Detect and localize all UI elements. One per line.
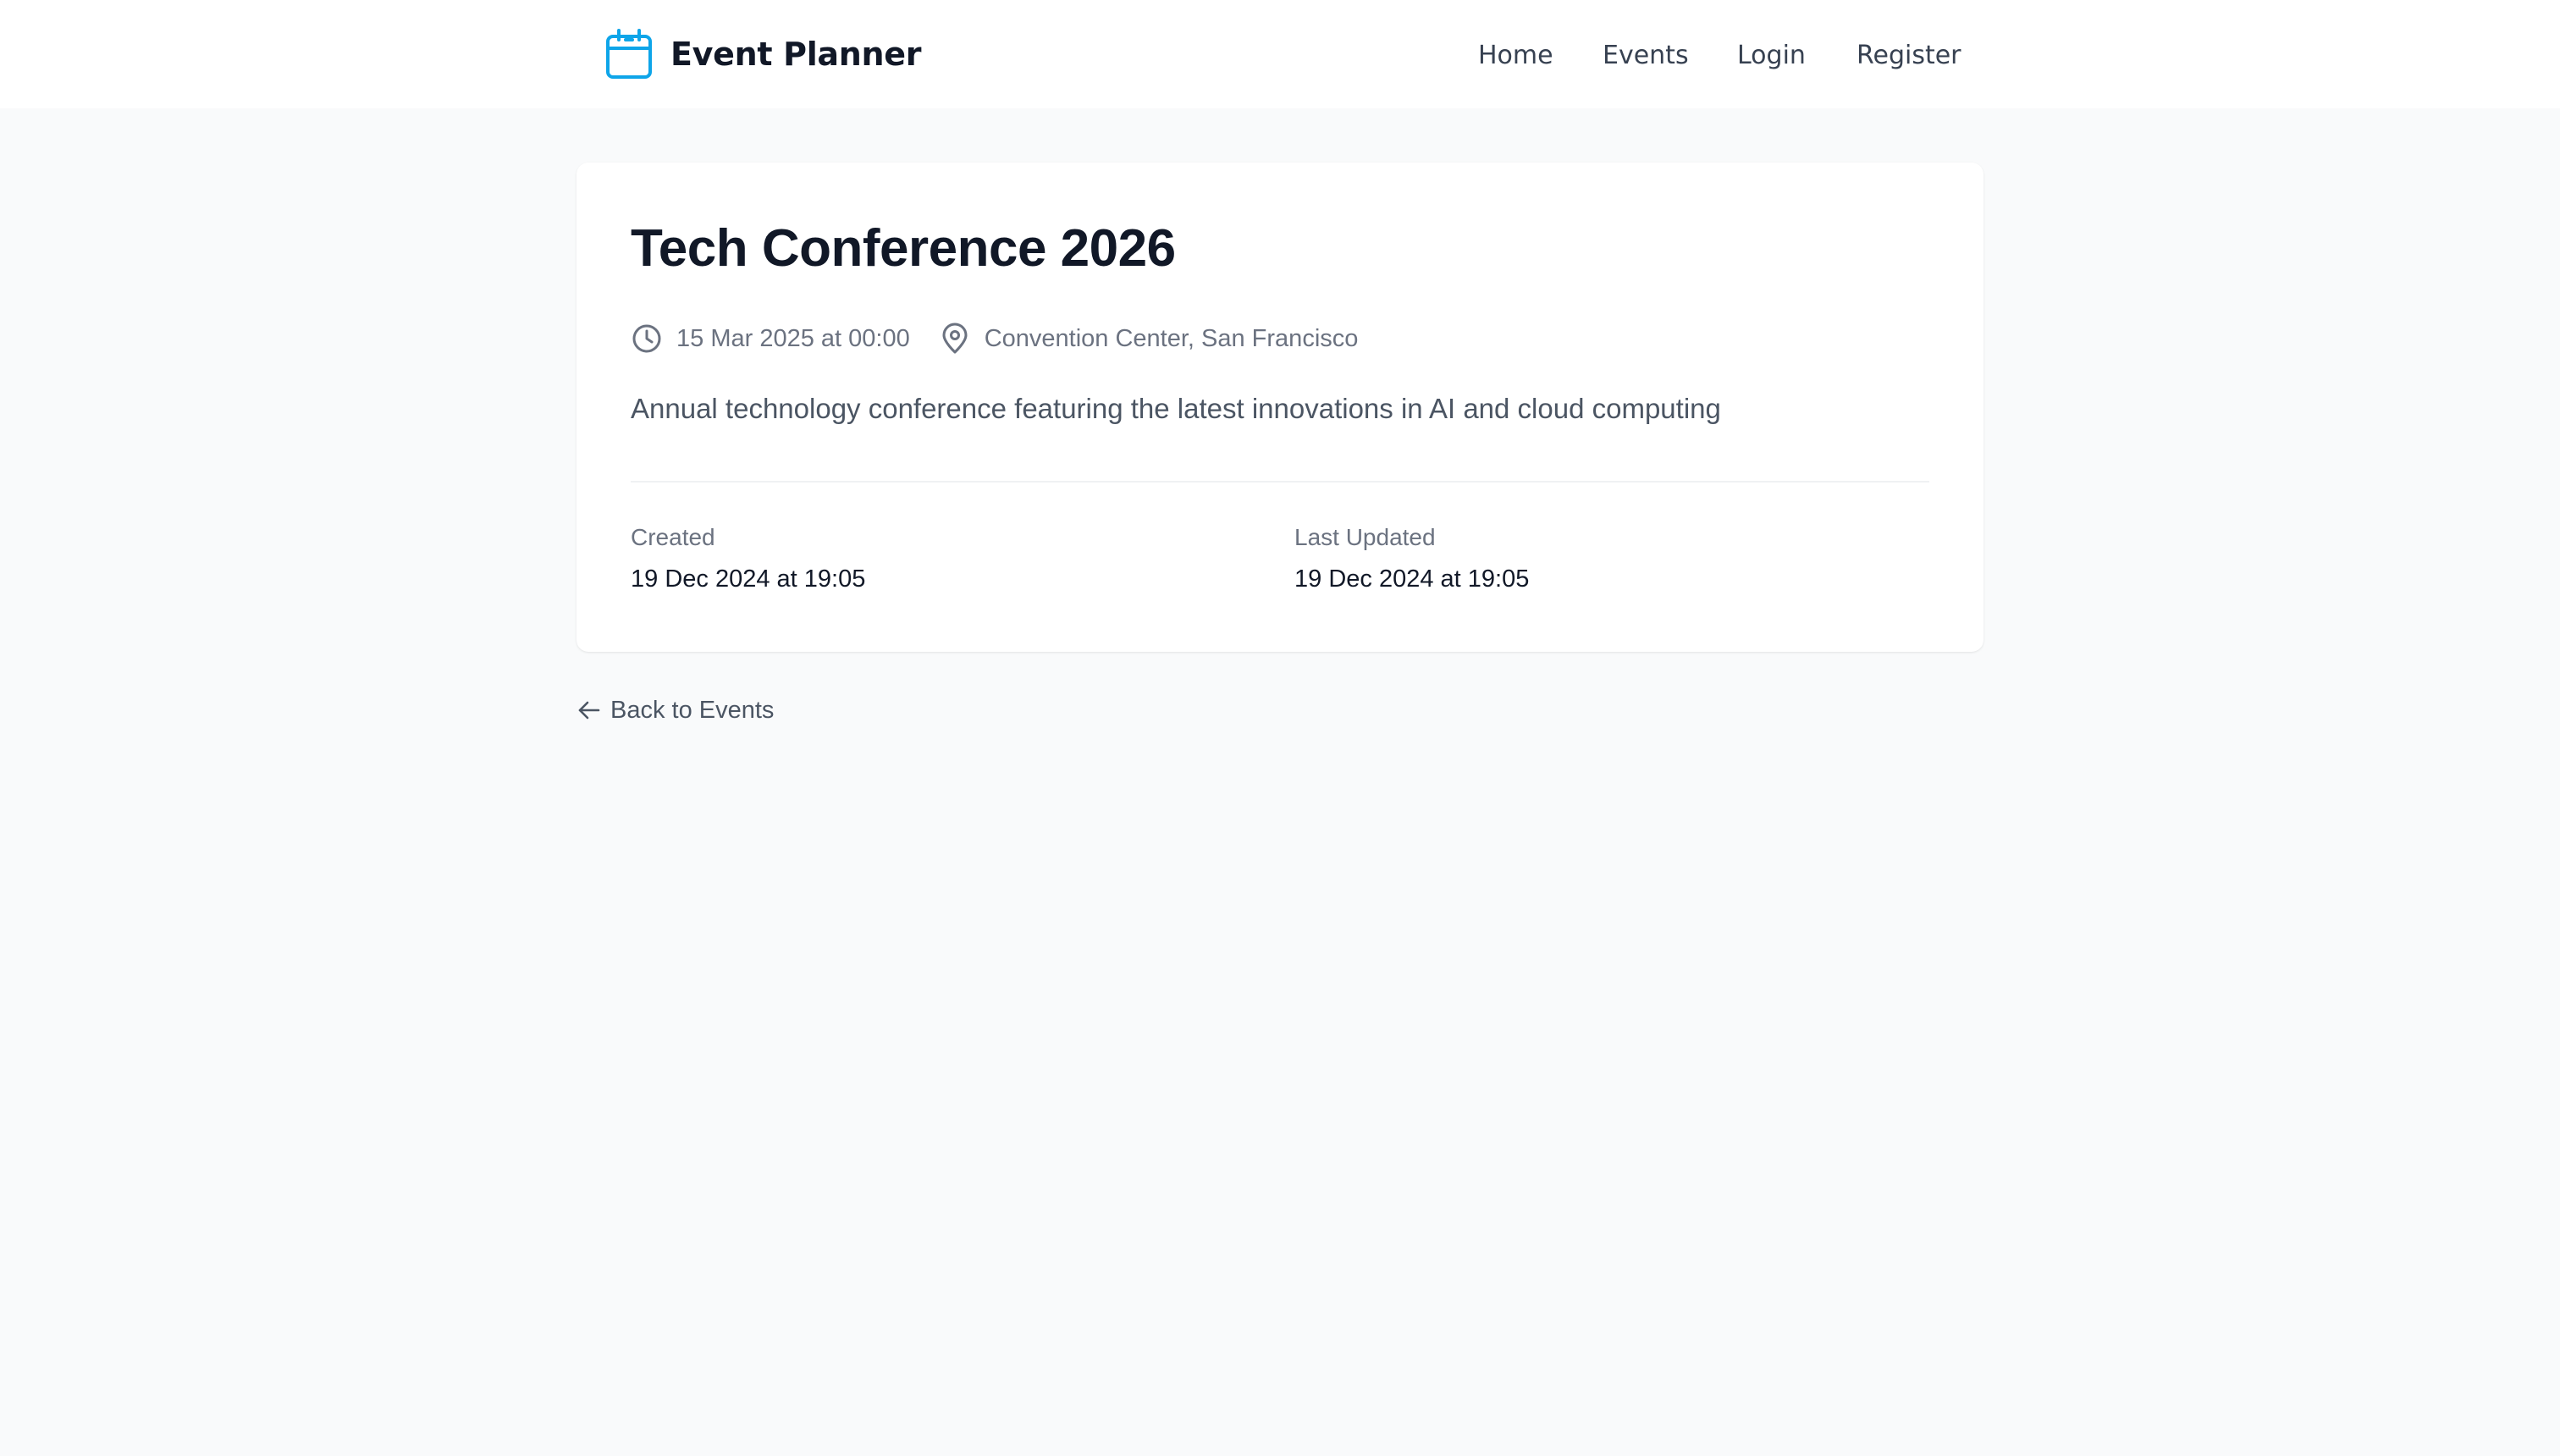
clock-icon [631, 323, 663, 355]
divider [631, 481, 1929, 483]
updated-info: Last Updated 19 Dec 2024 at 19:05 [1294, 523, 1529, 594]
updated-label: Last Updated [1294, 524, 1436, 550]
event-detail-card: Tech Conference 2026 15 Mar 2025 at 00:0… [577, 163, 1983, 652]
navbar: Event Planner Home Events Login Register [0, 0, 2560, 108]
nav-link-login[interactable]: Login [1737, 32, 1806, 80]
main-nav: Home Events Login Register [0, 32, 2560, 80]
created-label: Created [631, 524, 715, 550]
created-info: Created 19 Dec 2024 at 19:05 [631, 523, 865, 594]
nav-link-home[interactable]: Home [1478, 32, 1553, 80]
event-location: Convention Center, San Francisco [939, 323, 1359, 355]
event-location-text: Convention Center, San Francisco [984, 324, 1359, 352]
created-value: 19 Dec 2024 at 19:05 [631, 565, 866, 593]
updated-value: 19 Dec 2024 at 19:05 [1294, 565, 1530, 593]
back-to-events-link[interactable]: Back to Events [577, 692, 774, 728]
back-link-label: Back to Events [610, 696, 775, 724]
event-description: Annual technology conference featuring t… [631, 393, 1721, 424]
event-datetime: 15 Mar 2025 at 00:00 [631, 323, 910, 355]
arrow-left-icon [577, 698, 602, 723]
event-title: Tech Conference 2026 [631, 219, 1176, 278]
event-meta: 15 Mar 2025 at 00:00 Convention Center, … [631, 315, 1358, 362]
map-pin-icon [939, 323, 971, 355]
event-datetime-text: 15 Mar 2025 at 00:00 [676, 324, 910, 352]
nav-link-events[interactable]: Events [1603, 32, 1689, 80]
nav-link-register[interactable]: Register [1857, 32, 1961, 80]
